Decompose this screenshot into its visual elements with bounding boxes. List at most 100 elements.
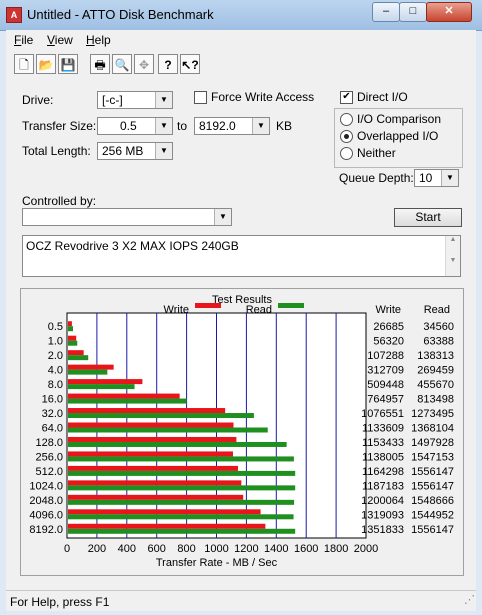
table-cell-write: 107288	[367, 350, 404, 362]
bar-read	[68, 427, 268, 433]
bar-write	[68, 379, 143, 385]
table-cell-read: 1556147	[411, 480, 454, 492]
io-comparison-radio[interactable]	[340, 113, 353, 126]
new-document-icon[interactable]: 🗋	[14, 54, 34, 74]
bar-write	[68, 364, 114, 370]
chevron-down-icon: ▼	[441, 170, 458, 186]
x-tick-label: 2000	[354, 543, 378, 555]
save-icon[interactable]: 💾	[58, 54, 78, 74]
description-textarea[interactable]: OCZ Revodrive 3 X2 MAX IOPS 240GB ▲ ▼	[22, 235, 461, 277]
force-write-label: Force Write Access	[211, 90, 315, 104]
kb-label: KB	[276, 119, 293, 133]
table-cell-write: 1076551	[361, 408, 404, 420]
bar-read	[68, 514, 294, 520]
print-icon[interactable]: 🖶	[90, 54, 110, 74]
direct-io-label: Direct I/O	[357, 90, 408, 104]
table-cell-read: 813498	[417, 394, 454, 406]
atto-app-icon[interactable]: A	[6, 7, 22, 23]
results-chart: 0 200 400 600 800 1000 1200 1400 1600 1800 2000 Tra…	[29, 294, 454, 569]
open-folder-icon[interactable]: 📂	[36, 54, 56, 74]
transfer-from-value: 0.5	[120, 119, 137, 133]
y-tick-label: 128.0	[35, 437, 63, 449]
context-help-icon[interactable]: ↖?	[180, 54, 200, 74]
bar-write	[68, 451, 233, 457]
transfer-size-label: Transfer Size:	[22, 119, 97, 133]
resize-grip-icon[interactable]: ⋰	[464, 593, 475, 606]
close-button[interactable]: ✕	[426, 2, 472, 22]
bar-write	[68, 523, 266, 529]
drive-select[interactable]: [-c-] ▼	[97, 91, 173, 109]
bar-read	[68, 441, 287, 447]
bar-read	[68, 326, 74, 332]
y-tick-label: 4.0	[48, 365, 63, 377]
minimize-button[interactable]: –	[372, 2, 400, 22]
bar-write	[68, 509, 261, 515]
menu-file[interactable]: File	[14, 33, 33, 47]
menu-view-mnemonic: V	[47, 33, 55, 47]
bar-write	[68, 494, 244, 500]
menu-view-rest: iew	[54, 33, 73, 47]
x-tick-label: 1400	[264, 543, 288, 555]
menu-file-rest: ile	[21, 33, 34, 47]
table-cell-write: 26685	[373, 321, 404, 333]
bar-read	[68, 456, 294, 462]
to-label: to	[177, 119, 188, 133]
y-tick-label: 256.0	[35, 451, 63, 463]
overlapped-io-label: Overlapped I/O	[357, 129, 439, 143]
bar-read	[68, 340, 78, 346]
x-axis-label: Transfer Rate - MB / Sec	[156, 557, 278, 569]
controlled-by-select[interactable]: ▼	[22, 208, 232, 226]
table-cell-write: 1351833	[361, 524, 404, 536]
table-cell-read: 1273495	[411, 408, 454, 420]
title-bar[interactable]: A Untitled - ATTO Disk Benchmark – □ ✕	[0, 0, 482, 31]
y-tick-label: 4096.0	[29, 509, 63, 521]
total-length-select[interactable]: 256 MB ▼	[97, 142, 173, 160]
table-cell-read: 1547153	[411, 451, 454, 463]
x-tick-label: 1000	[204, 543, 228, 555]
bar-write	[68, 393, 180, 399]
y-tick-label: 16.0	[42, 394, 63, 406]
table-cell-write: 1133609	[362, 423, 404, 435]
table-cell-write: 312709	[367, 365, 404, 377]
table-cell-read: 1544952	[411, 509, 454, 521]
legend-write-label: Write	[164, 304, 189, 316]
move-icon[interactable]: ✥	[134, 54, 154, 74]
start-button[interactable]: Start	[394, 208, 462, 227]
menu-help[interactable]: Help	[86, 33, 111, 47]
x-tick-label: 1600	[294, 543, 318, 555]
transfer-from-select[interactable]: 0.5 ▼	[97, 117, 173, 135]
bar-write	[68, 350, 84, 356]
bar-write	[68, 436, 237, 442]
description-scrollbar[interactable]: ▲ ▼	[445, 236, 460, 276]
x-tick-label: 600	[148, 543, 166, 555]
chevron-down-icon: ▼	[155, 118, 172, 134]
legend-write-swatch	[195, 303, 221, 308]
bar-read	[68, 499, 295, 505]
table-cell-write: 56320	[373, 336, 404, 348]
table-cell-read: 138313	[417, 350, 454, 362]
maximize-button[interactable]: □	[399, 2, 427, 22]
help-icon[interactable]: ?	[158, 54, 178, 74]
overlapped-io-radio[interactable]	[340, 130, 353, 143]
table-cell-read: 1556147	[411, 524, 454, 536]
queue-depth-label: Queue Depth:	[339, 171, 414, 185]
queue-depth-select[interactable]: 10 ▼	[414, 169, 459, 187]
table-cell-read: 1548666	[411, 495, 454, 507]
bar-read	[68, 369, 108, 375]
chevron-down-icon: ▼	[214, 209, 231, 225]
table-header-read: Read	[424, 304, 450, 316]
main-panel: Drive: [-c-] ▼ Force Write Access ✔ Dire…	[6, 80, 476, 590]
table-cell-write: 1153433	[362, 437, 404, 449]
menu-view[interactable]: View	[47, 33, 73, 47]
legend-read-swatch	[278, 303, 304, 308]
transfer-to-select[interactable]: 8192.0 ▼	[194, 117, 270, 135]
x-tick-label: 400	[118, 543, 136, 555]
drive-label: Drive:	[22, 93, 54, 107]
force-write-checkbox[interactable]	[194, 91, 207, 104]
bar-read	[68, 355, 89, 361]
direct-io-checkbox[interactable]: ✔	[340, 91, 353, 104]
controlled-by-label: Controlled by:	[22, 194, 97, 208]
print-preview-icon[interactable]: 🔍	[112, 54, 132, 74]
neither-radio[interactable]	[340, 147, 353, 160]
chevron-down-icon: ▼	[155, 143, 172, 159]
